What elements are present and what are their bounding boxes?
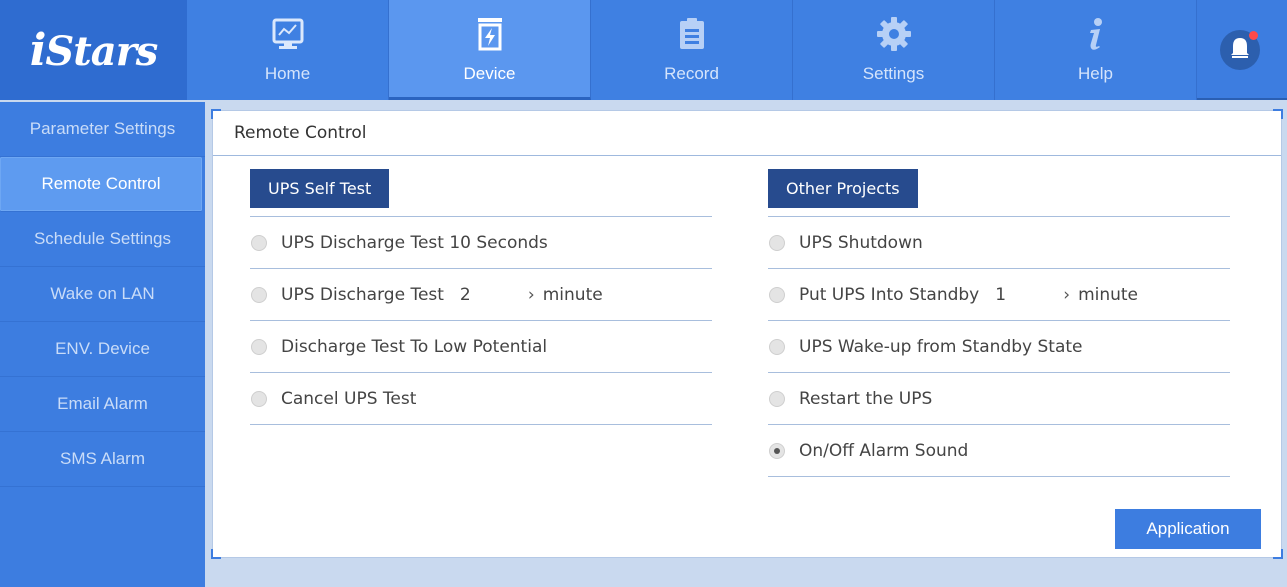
unit-label: minute	[542, 284, 603, 305]
nav-home-label: Home	[264, 64, 311, 83]
option-wake-from-standby[interactable]: UPS Wake-up from Standby State	[768, 321, 1230, 373]
option-label: Cancel UPS Test	[281, 388, 417, 409]
radio-button[interactable]	[769, 338, 785, 355]
sidebar-item-email-alarm[interactable]: Email Alarm	[0, 377, 205, 432]
app-logo: iStars	[0, 0, 187, 100]
option-discharge-10s[interactable]: UPS Discharge Test 10 Seconds	[250, 217, 712, 269]
nav-home[interactable]: Home	[187, 0, 389, 100]
nav-record[interactable]: Record	[591, 0, 793, 100]
option-label: UPS Wake-up from Standby State	[799, 336, 1083, 357]
sidebar-item-sms-alarm[interactable]: SMS Alarm	[0, 432, 205, 487]
option-label: Discharge Test To Low Potential	[281, 336, 548, 357]
option-label: UPS Discharge Test 10 Seconds	[281, 232, 548, 253]
main-nav: Home Device Record Settings Help	[187, 0, 1197, 100]
option-list: UPS Shutdown Put UPS Into Standby 1 › mi…	[768, 216, 1230, 477]
option-label: UPS Shutdown	[799, 232, 923, 253]
option-discharge-low-potential[interactable]: Discharge Test To Low Potential	[250, 321, 712, 373]
option-label: Put UPS Into Standby	[799, 284, 980, 305]
chevron-right-icon[interactable]: ›	[528, 285, 535, 305]
nav-settings-label: Settings	[862, 64, 925, 83]
option-list: UPS Discharge Test 10 Seconds UPS Discha…	[250, 216, 712, 425]
option-restart-ups[interactable]: Restart the UPS	[768, 373, 1230, 425]
radio-button[interactable]	[769, 390, 785, 407]
chevron-right-icon[interactable]: ›	[1063, 285, 1070, 305]
section-header: UPS Self Test	[250, 169, 390, 208]
option-alarm-sound[interactable]: On/Off Alarm Sound	[768, 425, 1230, 477]
sidebar-item-env-device[interactable]: ENV. Device	[0, 322, 205, 377]
radio-button[interactable]	[251, 338, 267, 355]
option-label: Restart the UPS	[799, 388, 933, 409]
section-header: Other Projects	[768, 169, 918, 208]
unit-label: minute	[1078, 284, 1139, 305]
sidebar-item-wake-on-lan[interactable]: Wake on LAN	[0, 267, 205, 322]
panel-corner	[211, 549, 221, 559]
sidebar-item-schedule-settings[interactable]: Schedule Settings	[0, 212, 205, 267]
option-discharge-minutes[interactable]: UPS Discharge Test 2 › minute	[250, 269, 712, 321]
nav-device[interactable]: Device	[389, 0, 591, 100]
radio-button[interactable]	[769, 234, 785, 251]
nav-record-label: Record	[664, 64, 719, 83]
info-icon	[1076, 14, 1116, 54]
monitor-chart-icon	[268, 14, 308, 54]
sidebar-item-remote-control[interactable]: Remote Control	[0, 157, 202, 212]
radio-button[interactable]	[251, 234, 267, 251]
sidebar: Parameter Settings Remote Control Schedu…	[0, 102, 205, 587]
logo-text: iStars	[29, 24, 159, 76]
nav-settings[interactable]: Settings	[793, 0, 995, 100]
option-label: UPS Discharge Test	[281, 284, 444, 305]
option-label: On/Off Alarm Sound	[799, 440, 969, 461]
other-projects-section: Other Projects UPS Shutdown Put UPS Into…	[768, 169, 1230, 477]
radio-button-selected[interactable]	[769, 442, 785, 459]
radio-button[interactable]	[251, 390, 267, 407]
radio-button[interactable]	[251, 286, 267, 303]
bell-icon	[1229, 36, 1251, 64]
panel-corner	[1273, 549, 1283, 559]
notification-badge	[1249, 31, 1258, 40]
nav-help-label: Help	[1078, 64, 1113, 83]
nav-device-label: Device	[463, 64, 516, 83]
option-cancel-test[interactable]: Cancel UPS Test	[250, 373, 712, 425]
clipboard-icon	[672, 14, 712, 54]
option-ups-shutdown[interactable]: UPS Shutdown	[768, 217, 1230, 269]
minutes-value[interactable]: 2	[460, 285, 528, 305]
minutes-value[interactable]: 1	[995, 285, 1063, 305]
page-title: Remote Control	[213, 111, 1281, 156]
notification-button[interactable]	[1220, 30, 1260, 70]
ups-self-test-section: UPS Self Test UPS Discharge Test 10 Seco…	[250, 169, 712, 425]
sidebar-item-parameter-settings[interactable]: Parameter Settings	[0, 102, 205, 157]
remote-control-panel: Remote Control UPS Self Test UPS Dischar…	[211, 109, 1283, 559]
nav-help[interactable]: Help	[995, 0, 1197, 100]
gear-icon	[874, 14, 914, 54]
radio-button[interactable]	[769, 286, 785, 303]
top-navigation-bar: iStars Home Device Record Settings Help	[0, 0, 1287, 100]
option-standby-minutes[interactable]: Put UPS Into Standby 1 › minute	[768, 269, 1230, 321]
application-button[interactable]: Application	[1115, 509, 1261, 549]
battery-bolt-icon	[470, 14, 510, 54]
